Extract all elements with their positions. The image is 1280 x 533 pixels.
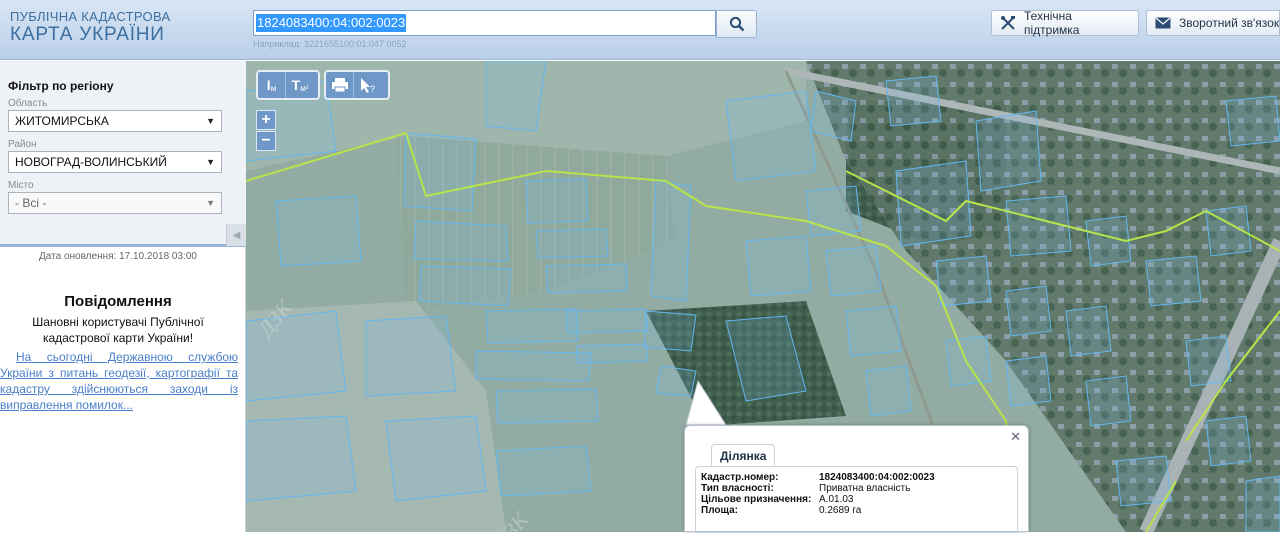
printer-icon xyxy=(331,78,348,92)
pointer-help-icon: ? xyxy=(361,78,375,93)
rayon-value: НОВОГРАД-ВОЛИНСЬКИЙ xyxy=(15,155,167,169)
logo-line-2: КАРТА УКРАЇНИ xyxy=(10,24,165,45)
logo[interactable]: ПУБЛІЧНА КАДАСТРОВА КАРТА УКРАЇНИ xyxy=(10,10,170,46)
search-button[interactable] xyxy=(716,10,757,38)
area-ruler-icon: Tм² xyxy=(291,77,309,93)
info-value: Приватна власність xyxy=(819,483,911,494)
header: ПУБЛІЧНА КАДАСТРОВА КАРТА УКРАЇНИ 182408… xyxy=(0,0,1280,60)
rayon-select[interactable]: НОВОГРАД-ВОЛИНСЬКИЙ ▼ xyxy=(8,151,222,173)
misto-label: Місто xyxy=(8,180,34,191)
info-key: Кадастр.номер: xyxy=(701,472,779,483)
info-key: Цільове призначення: xyxy=(701,494,812,505)
oblast-value: ЖИТОМИРСЬКА xyxy=(15,114,109,128)
filter-title: Фільтр по регіону xyxy=(8,79,114,93)
logo-line-1: ПУБЛІЧНА КАДАСТРОВА xyxy=(10,9,171,24)
print-button[interactable] xyxy=(326,72,354,98)
dropdown-arrow-icon: ▼ xyxy=(206,116,215,126)
info-value: 0.2689 га xyxy=(819,505,862,516)
measure-distance-button[interactable]: Iм xyxy=(258,72,286,98)
info-row: Цільове призначення: A.01.03 xyxy=(701,494,1012,505)
search-icon xyxy=(729,16,744,32)
svg-text:?: ? xyxy=(370,84,375,93)
tools-icon xyxy=(1000,15,1016,31)
rayon-label: Район xyxy=(8,139,37,150)
print-info-toolbar: ? xyxy=(324,70,390,100)
info-key: Тип власності: xyxy=(701,483,774,494)
info-key: Площа: xyxy=(701,505,738,516)
parcel-popup: ✕ Ділянка Кадастр.номер: 1824083400:04:00… xyxy=(684,425,1029,533)
dropdown-arrow-icon: ▼ xyxy=(206,157,215,167)
zoom-in-button[interactable]: + xyxy=(256,110,276,130)
support-label: Технічна підтримка xyxy=(1024,9,1080,37)
support-button[interactable]: Технічна підтримка xyxy=(991,9,1139,37)
close-icon[interactable]: ✕ xyxy=(1010,429,1021,445)
sidebar: Фільтр по регіону Область ЖИТОМИРСЬКА ▼ Р… xyxy=(0,61,246,532)
zoom-out-button[interactable]: − xyxy=(256,131,276,151)
info-value: 1824083400:04:002:0023 xyxy=(819,472,935,483)
tab-parcel[interactable]: Ділянка xyxy=(711,444,776,466)
chevron-left-icon: ◀ xyxy=(232,229,241,241)
info-row: Кадастр.номер: 1824083400:04:002:0023 xyxy=(701,472,1012,483)
info-row: Тип власності: Приватна власність xyxy=(701,483,1012,494)
measure-area-button[interactable]: Tм² xyxy=(286,72,314,98)
feedback-label: Зворотний зв'язок xyxy=(1179,16,1280,30)
measure-toolbar: Iм Tм² xyxy=(256,70,320,100)
collapse-sidebar-button[interactable]: ◀ xyxy=(226,224,246,246)
info-value: A.01.03 xyxy=(819,494,854,505)
notice-text: Шановні користувачі Публічної кадастрово… xyxy=(32,315,204,345)
info-row: Площа: 0.2689 га xyxy=(701,505,1012,516)
misto-value: - Всі - xyxy=(15,196,47,210)
notice-link[interactable]: На сьогодні Державною службою України з … xyxy=(0,349,238,413)
dropdown-arrow-icon: ▼ xyxy=(206,198,215,208)
search-hint: Наприклад: 3221655100:01:047:0052 xyxy=(253,39,407,49)
oblast-label: Область xyxy=(8,98,48,109)
search-selected-text: 1824083400:04:002:0023 xyxy=(256,14,407,32)
identify-button[interactable]: ? xyxy=(354,72,382,98)
oblast-select[interactable]: ЖИТОМИРСЬКА ▼ xyxy=(8,110,222,132)
envelope-icon xyxy=(1155,17,1171,29)
parcel-info: Кадастр.номер: 1824083400:04:002:0023 Тип… xyxy=(695,466,1018,533)
region-filter: Фільтр по регіону Область ЖИТОМИРСЬКА ▼ Р… xyxy=(0,61,246,247)
misto-select[interactable]: - Всі - ▼ xyxy=(8,192,222,214)
notice-title: Повідомлення xyxy=(64,293,172,310)
measure-m-label: м xyxy=(270,84,277,93)
feedback-button[interactable]: Зворотний зв'язок xyxy=(1146,10,1280,36)
update-date: Дата оновлення: 17.10.2018 03:00 xyxy=(39,251,197,262)
ruler-icon: Iм xyxy=(266,77,277,93)
measure-m2-label: м² xyxy=(300,84,309,93)
